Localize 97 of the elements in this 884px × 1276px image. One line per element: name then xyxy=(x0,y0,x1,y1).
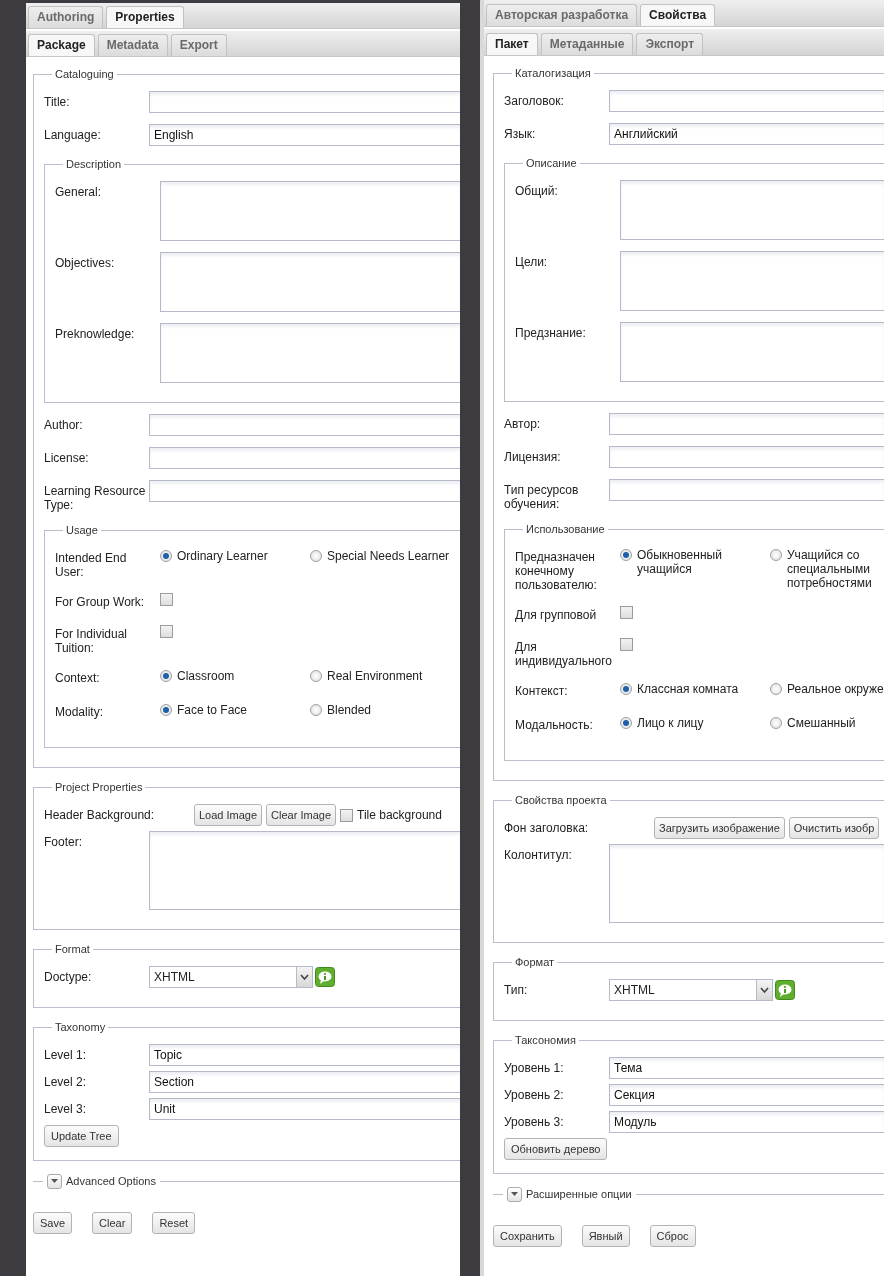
input-field[interactable]: Секция xyxy=(609,1084,884,1106)
image-button[interactable]: Load Image xyxy=(194,804,263,826)
group-title: Description xyxy=(65,157,123,171)
field-label: Objectives: xyxy=(55,255,116,270)
tab[interactable]: Свойства xyxy=(640,4,716,26)
dropdown[interactable]: XHTML xyxy=(609,979,773,1001)
section-title: Расширенные опции xyxy=(526,1187,632,1202)
field-label: Header Background: xyxy=(44,807,156,824)
tab[interactable]: Пакет xyxy=(486,33,538,55)
tab[interactable]: Metadata xyxy=(97,34,168,56)
option-label: Лицо к лицу xyxy=(637,716,704,730)
option-label: Classroom xyxy=(177,669,235,683)
tab[interactable]: Properties xyxy=(106,6,184,28)
option-label: Обыкновенный учащийся xyxy=(637,548,723,576)
image-button[interactable]: Очистить изобр xyxy=(788,817,880,839)
field-label: Level 2: xyxy=(44,1074,88,1089)
field-label: Цели: xyxy=(515,254,549,269)
option-label: Blended xyxy=(327,703,372,717)
tab[interactable]: Экспорт xyxy=(636,33,704,55)
tab[interactable]: Метаданные xyxy=(540,33,634,55)
group-title: Описание xyxy=(525,156,578,170)
field-label: Предназначен конечному пользователю: xyxy=(515,549,598,592)
field-label: General: xyxy=(55,184,103,199)
field-label: Doctype: xyxy=(44,969,93,984)
form-button[interactable]: Clear xyxy=(92,1211,133,1234)
field-label: Уровень 2: xyxy=(504,1087,565,1102)
form-button[interactable]: Сброс xyxy=(649,1224,696,1247)
option-label: Ordinary Learner xyxy=(177,549,268,563)
field-label: Intended End User: xyxy=(55,550,128,579)
field-label: Лицензия: xyxy=(504,449,562,464)
field-label: Уровень 3: xyxy=(504,1114,565,1129)
field-label: License: xyxy=(44,450,90,465)
group-title: Taxonomy xyxy=(54,1020,107,1034)
image-button[interactable]: Clear Image xyxy=(266,804,337,826)
group-title: Свойства проекта xyxy=(514,793,608,807)
field-label: Предзнание: xyxy=(515,325,587,340)
field-label: Level 1: xyxy=(44,1047,88,1062)
field-label: Preknowledge: xyxy=(55,326,136,341)
option-label: Реальное окруже xyxy=(787,682,884,696)
input-field[interactable]: English xyxy=(149,124,460,146)
option-label: Классная комната xyxy=(637,682,739,696)
tab[interactable]: Package xyxy=(28,34,95,56)
field-label: Context: xyxy=(55,670,101,685)
section-title: Advanced Options xyxy=(66,1174,156,1189)
field-label: For Group Work: xyxy=(55,594,146,609)
form-button[interactable]: Явный xyxy=(581,1224,630,1247)
field-label: Уровень 1: xyxy=(504,1060,565,1075)
input-field[interactable]: Unit xyxy=(149,1098,460,1120)
field-label: Для индивидуального xyxy=(515,639,613,668)
field-label: Learning Resource Type: xyxy=(44,483,147,512)
field-label: Фон заголовка: xyxy=(504,820,590,837)
input-field[interactable]: Section xyxy=(149,1071,460,1093)
field-label: Тип ресурсов обучения: xyxy=(504,482,580,511)
field-label: Для групповой xyxy=(515,607,598,622)
tab[interactable]: Authoring xyxy=(28,6,104,28)
update-button[interactable]: Update Tree xyxy=(44,1125,119,1147)
field-label: Автор: xyxy=(504,416,542,431)
checkbox-label: Tile background xyxy=(357,807,442,824)
field-label: Колонтитул: xyxy=(504,847,573,862)
group-title: Таксономия xyxy=(514,1033,577,1047)
field-label: Тип: xyxy=(504,982,529,997)
field-label: Footer: xyxy=(44,834,83,849)
tab[interactable]: Export xyxy=(170,34,227,56)
form-button[interactable]: Сохранить xyxy=(493,1224,562,1247)
option-label: Special Needs Learner xyxy=(327,549,450,563)
field-label: For Individual Tuition: xyxy=(55,626,129,655)
field-label: Заголовок: xyxy=(504,93,565,108)
dropdown[interactable]: XHTML xyxy=(149,966,313,988)
option-label: Face to Face xyxy=(177,703,248,717)
form-button[interactable]: Reset xyxy=(152,1211,196,1234)
group-title: Каталогизация xyxy=(514,66,592,80)
input-field[interactable]: Topic xyxy=(149,1044,460,1066)
field-label: Author: xyxy=(44,417,84,432)
image-button[interactable]: Загрузить изображение xyxy=(654,817,785,839)
input-field[interactable]: Тема xyxy=(609,1057,884,1079)
option-label: Real Environment xyxy=(327,669,423,683)
group-title: Формат xyxy=(514,955,556,969)
field-label: Общий: xyxy=(515,183,559,198)
option-label: Учащийся со специальными потребностями xyxy=(787,548,873,590)
group-title: Usage xyxy=(65,523,99,537)
group-title: Format xyxy=(54,942,91,956)
field-label: Контекст: xyxy=(515,683,569,698)
group-title: Project Properties xyxy=(54,780,144,794)
option-label: Смешанный xyxy=(787,716,856,730)
field-label: Language: xyxy=(44,127,102,142)
field-label: Язык: xyxy=(504,126,537,141)
form-button[interactable]: Save xyxy=(33,1211,73,1234)
tab[interactable]: Авторская разработка xyxy=(486,4,638,26)
field-label: Title: xyxy=(44,94,71,109)
field-label: Модальность: xyxy=(515,717,594,732)
field-label: Modality: xyxy=(55,704,105,719)
field-label: Level 3: xyxy=(44,1101,88,1116)
input-field[interactable]: Модуль xyxy=(609,1111,884,1133)
group-title: Cataloguing xyxy=(54,67,115,81)
update-button[interactable]: Обновить дерево xyxy=(504,1138,608,1160)
input-field[interactable]: Английский xyxy=(609,123,884,145)
group-title: Использование xyxy=(525,522,606,536)
